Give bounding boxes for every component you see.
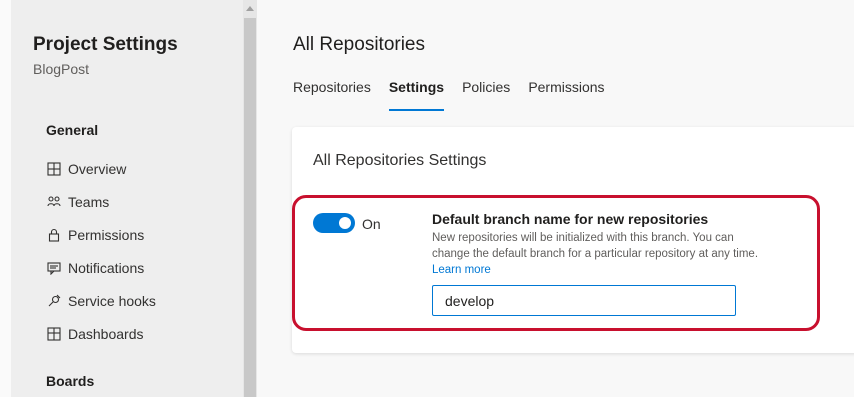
toggle-knob (339, 217, 351, 229)
tab-permissions[interactable]: Permissions (528, 79, 604, 111)
sidebar-item-service-hooks[interactable]: Service hooks (46, 290, 156, 312)
sidebar-item-teams[interactable]: Teams (46, 191, 109, 213)
sidebar-item-overview[interactable]: Overview (46, 158, 126, 180)
tab-bar: Repositories Settings Policies Permissio… (293, 79, 623, 111)
sidebar-item-label: Dashboards (68, 326, 144, 342)
overview-icon (46, 161, 62, 177)
learn-more-link[interactable]: Learn more (432, 264, 491, 276)
dashboards-icon (46, 326, 62, 342)
tab-repositories[interactable]: Repositories (293, 79, 371, 111)
section-heading-boards: Boards (46, 373, 95, 389)
setting-name: Default branch name for new repositories (432, 211, 709, 227)
sidebar-item-label: Notifications (68, 260, 145, 276)
default-branch-toggle[interactable] (313, 213, 355, 233)
setting-description-text: New repositories will be initialized wit… (432, 232, 759, 260)
sidebar: Project Settings BlogPost General Overvi… (0, 0, 243, 397)
project-name: BlogPost (33, 61, 90, 77)
page-title: All Repositories (293, 34, 425, 55)
sidebar-item-notifications[interactable]: Notifications (46, 257, 144, 279)
default-branch-input[interactable] (432, 285, 736, 316)
sidebar-item-permissions[interactable]: Permissions (46, 224, 144, 246)
section-heading-general: General (46, 122, 99, 138)
sidebar-item-label: Permissions (68, 227, 145, 243)
card-title: All Repositories Settings (313, 152, 487, 169)
tab-settings[interactable]: Settings (388, 79, 445, 111)
notifications-icon (46, 260, 62, 276)
scroll-up-arrow-icon[interactable] (246, 6, 254, 11)
sidebar-item-label: Service hooks (68, 293, 156, 309)
tab-policies[interactable]: Policies (462, 79, 510, 111)
sidebar-scrollbar[interactable] (243, 0, 257, 397)
toggle-state-label: On (362, 216, 381, 232)
teams-icon (46, 194, 62, 210)
main-content: All Repositories Repositories Settings P… (257, 0, 854, 397)
sidebar-title: Project Settings (33, 34, 178, 55)
lock-icon (46, 227, 62, 243)
settings-card: All Repositories Settings On Default bra… (292, 127, 854, 353)
scrollbar-thumb[interactable] (244, 18, 256, 397)
sidebar-item-dashboards[interactable]: Dashboards (46, 323, 144, 345)
sidebar-item-label: Overview (68, 161, 127, 177)
setting-description: New repositories will be initialized wit… (432, 230, 762, 278)
sidebar-item-label: Teams (68, 194, 110, 210)
service-hooks-icon (46, 293, 62, 309)
